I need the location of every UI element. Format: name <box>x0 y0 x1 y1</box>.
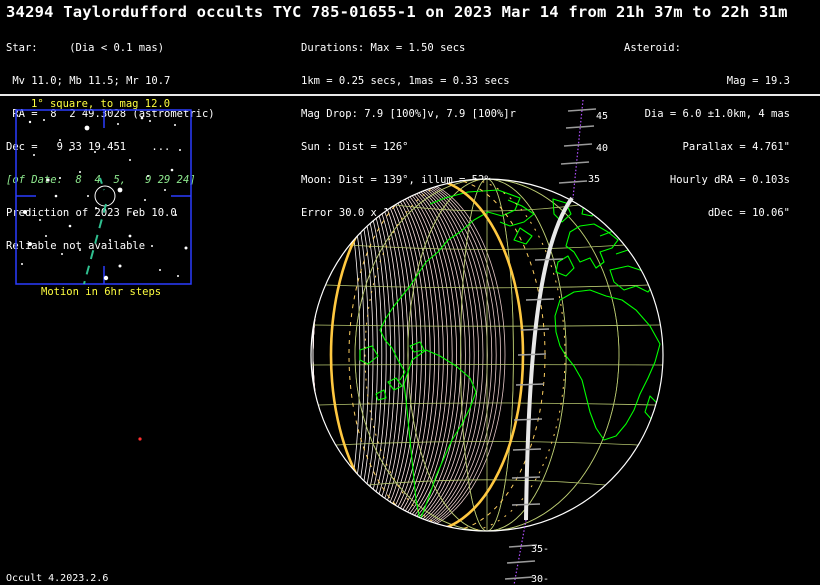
star <box>79 249 81 251</box>
star <box>184 246 188 250</box>
star <box>84 125 90 131</box>
star <box>61 253 63 255</box>
star <box>109 239 111 241</box>
star <box>69 149 71 151</box>
star <box>39 219 41 221</box>
lat-label-35-south: 35- <box>531 544 549 555</box>
star <box>33 154 35 156</box>
star <box>149 120 151 122</box>
star <box>117 123 119 125</box>
star <box>159 269 161 271</box>
star <box>179 149 181 151</box>
star <box>59 177 61 179</box>
star <box>45 235 47 237</box>
lat-label-35-north: 35 <box>588 174 600 185</box>
star <box>164 189 166 191</box>
star <box>140 116 144 120</box>
star <box>147 175 149 177</box>
star <box>95 207 97 209</box>
star <box>118 264 122 268</box>
lat-label-45: 45 <box>596 111 608 122</box>
star <box>151 245 153 247</box>
star <box>117 187 123 193</box>
star <box>59 139 61 141</box>
star <box>79 171 81 173</box>
star <box>103 275 109 281</box>
star <box>170 168 174 172</box>
star <box>144 199 146 201</box>
sun-marker <box>138 437 142 441</box>
earth-globe <box>310 178 664 532</box>
star <box>128 234 132 238</box>
star <box>175 214 177 216</box>
star <box>23 210 27 214</box>
star <box>21 263 23 265</box>
star <box>133 213 135 215</box>
star <box>54 194 58 198</box>
star <box>28 242 32 246</box>
star <box>177 275 179 277</box>
star <box>94 151 96 153</box>
occultation-graphic: 45 40 35 35- 30- <box>15 99 664 585</box>
star <box>43 119 45 121</box>
lat-label-40: 40 <box>596 143 608 154</box>
lat-label-30-south: 30- <box>531 574 549 585</box>
star <box>129 159 131 161</box>
star <box>46 178 50 182</box>
star <box>87 195 89 197</box>
star <box>174 124 176 126</box>
star <box>28 120 32 124</box>
star-chart-inset <box>15 109 192 285</box>
software-version: Occult 4.2023.2.6 <box>6 573 109 584</box>
star <box>68 224 72 228</box>
